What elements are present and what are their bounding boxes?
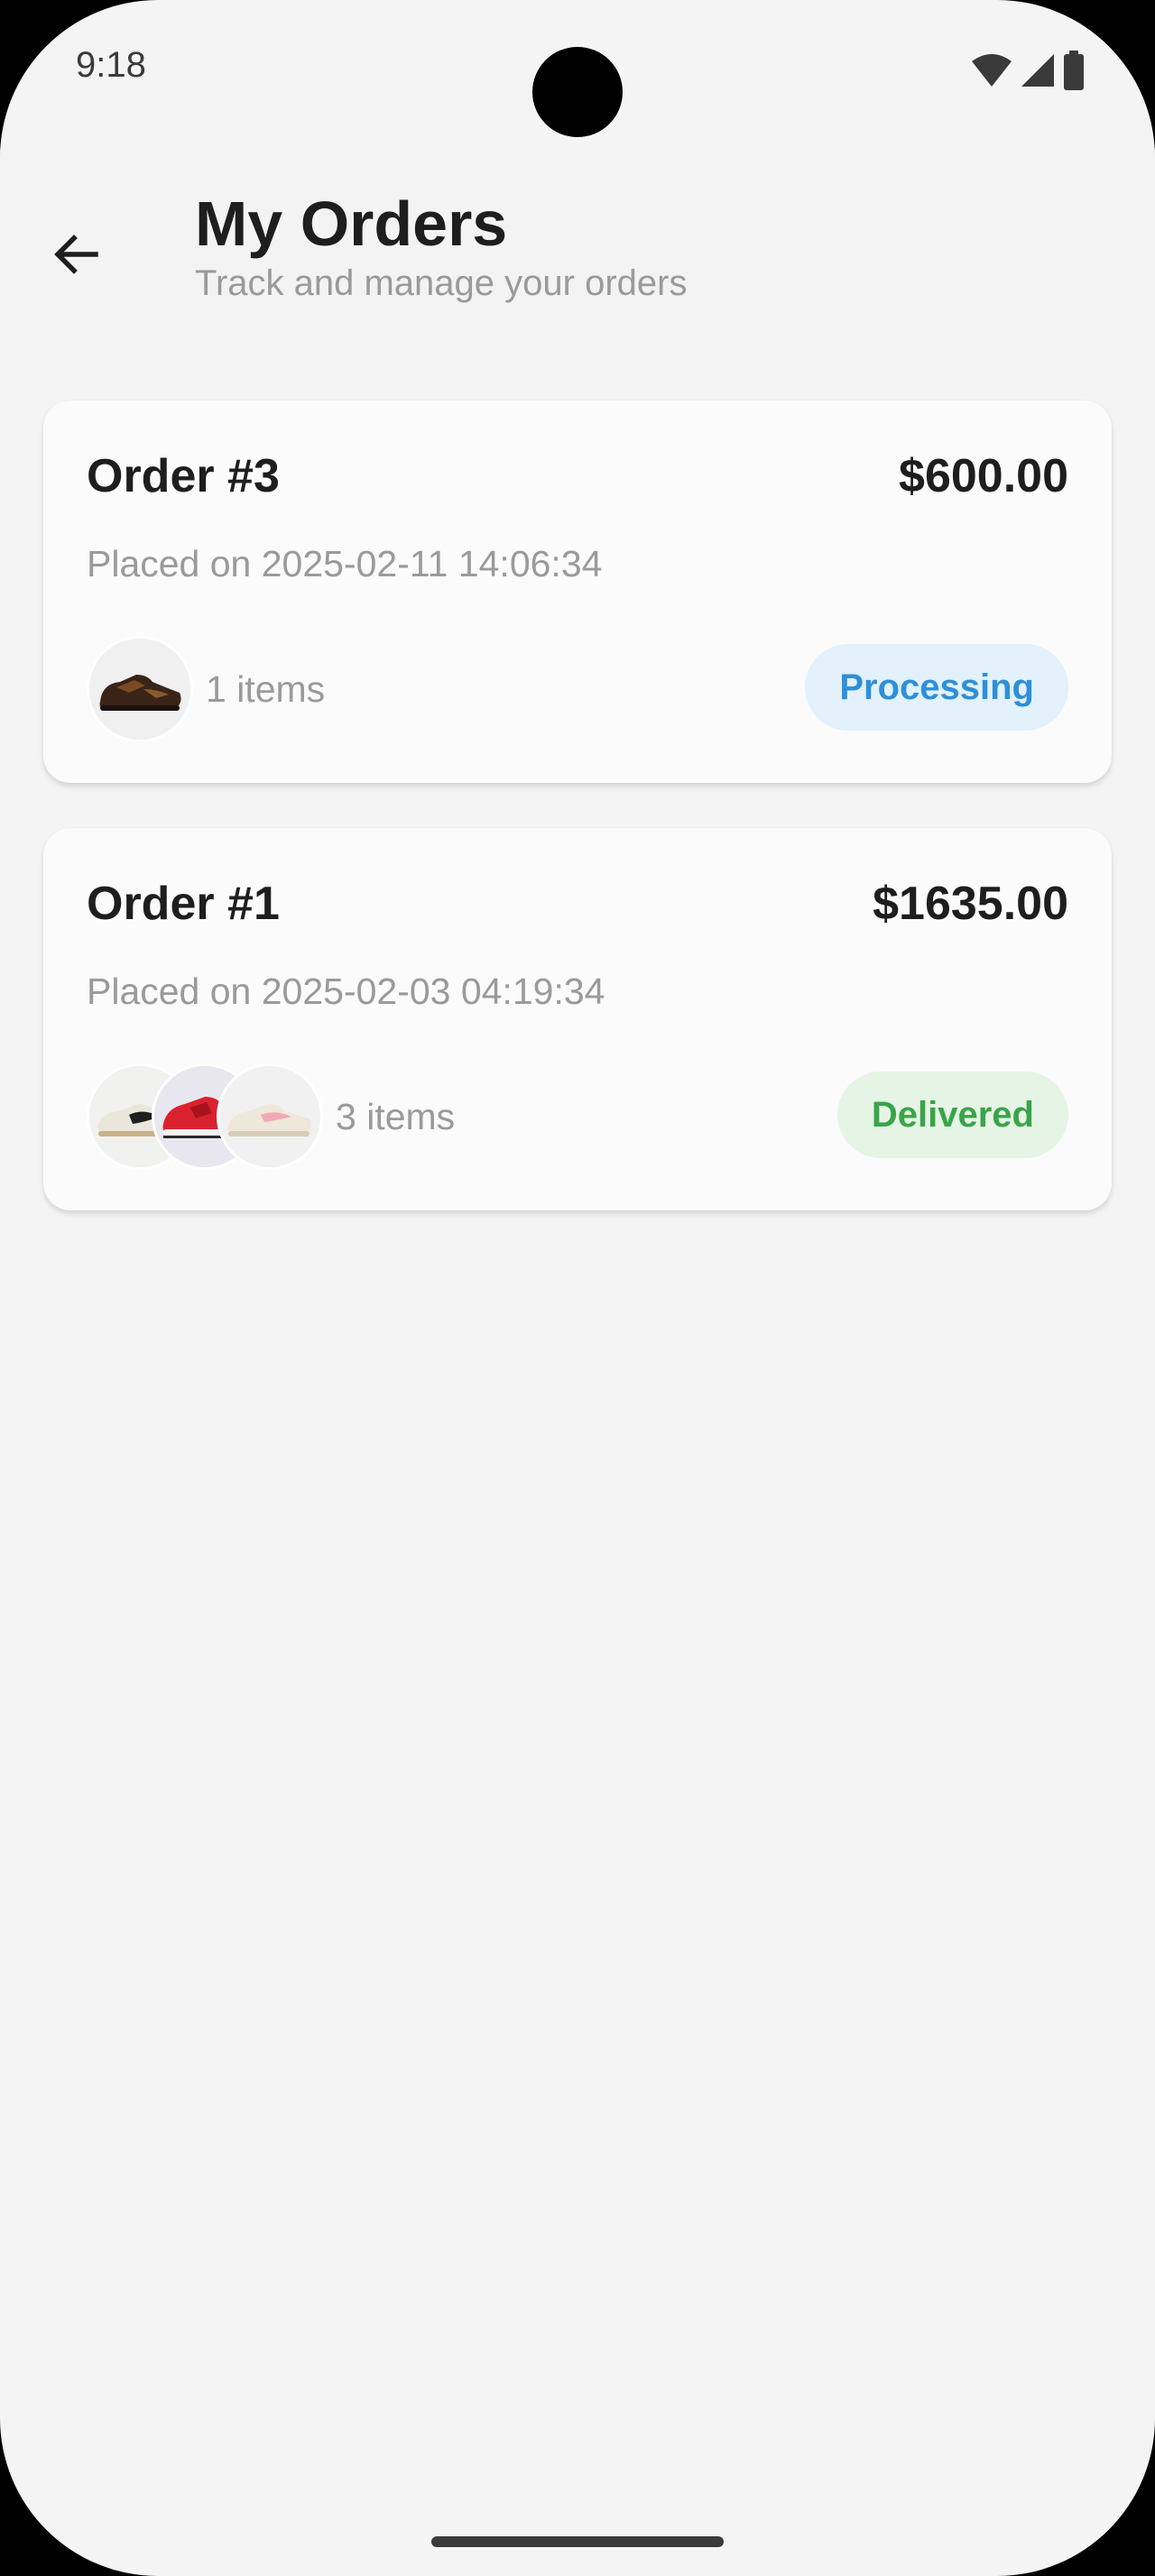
status-bar: 9:18 xyxy=(0,0,1155,144)
items-count: 1 items xyxy=(206,667,326,710)
order-title: Order #3 xyxy=(87,450,280,502)
phone-screen: 9:18 My Orders Track and manage your ord… xyxy=(0,0,1155,2576)
status-icons xyxy=(971,51,1085,90)
order-card[interactable]: Order #1 $1635.00 Placed on 2025-02-03 0… xyxy=(43,828,1112,1210)
order-thumbnails: 1 items xyxy=(87,633,325,745)
page-title: My Orders xyxy=(195,189,508,259)
product-thumbnail xyxy=(87,636,193,742)
page-header: My Orders Track and manage your orders xyxy=(0,144,1155,361)
arrow-left-icon xyxy=(54,235,98,274)
order-total: $600.00 xyxy=(899,450,1068,502)
camera-cutout xyxy=(532,47,623,137)
product-thumbnail xyxy=(217,1063,323,1170)
status-badge: Delivered xyxy=(836,1072,1068,1158)
order-date: Placed on 2025-02-11 14:06:34 xyxy=(87,543,603,584)
shoe-image xyxy=(89,639,190,740)
wifi-icon xyxy=(972,54,1012,87)
shoe-image xyxy=(219,1066,320,1167)
order-total: $1635.00 xyxy=(873,878,1068,930)
status-badge: Processing xyxy=(805,644,1068,731)
order-date: Placed on 2025-02-03 04:19:34 xyxy=(87,971,605,1012)
page-subtitle: Track and manage your orders xyxy=(195,263,688,303)
items-count: 3 items xyxy=(336,1095,456,1137)
home-indicator[interactable] xyxy=(431,2536,724,2547)
order-thumbnails: 3 items xyxy=(87,1061,455,1173)
battery-icon xyxy=(1064,51,1084,90)
back-button[interactable] xyxy=(38,216,114,292)
order-title: Order #1 xyxy=(87,878,280,930)
status-time: 9:18 xyxy=(76,45,146,85)
signal-icon xyxy=(1021,54,1054,87)
order-card[interactable]: Order #3 $600.00 Placed on 2025-02-11 14… xyxy=(43,400,1112,783)
